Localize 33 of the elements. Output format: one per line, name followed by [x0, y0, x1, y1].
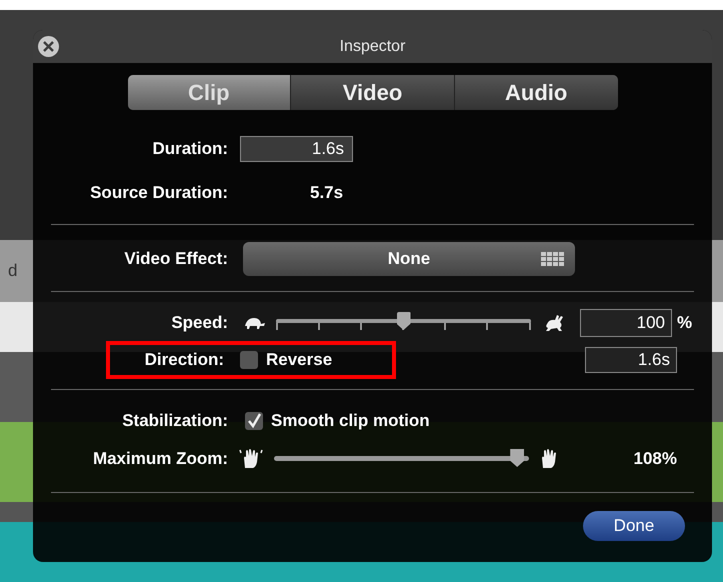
field-label: Duration:: [151, 138, 228, 160]
speed-field[interactable]: 100: [580, 309, 672, 337]
field-label: Stabilization:: [121, 410, 228, 432]
checkbox-label: Smooth clip motion: [271, 410, 430, 432]
field-label: Direction:: [144, 349, 224, 372]
field-label: Video Effect:: [123, 248, 228, 270]
field-label: Maximum Zoom:: [92, 448, 228, 470]
rabbit-icon: [543, 314, 565, 332]
close-icon: [43, 41, 54, 52]
slider-thumb[interactable]: [510, 449, 524, 467]
turtle-icon: [242, 316, 266, 330]
unit-label: %: [677, 312, 692, 334]
slider-thumb[interactable]: [396, 312, 410, 330]
checkbox-label: Reverse: [266, 349, 332, 372]
zoom-value: 108%: [634, 448, 677, 470]
source-duration-value: 5.7s: [310, 182, 344, 204]
window-title: Inspector: [340, 36, 406, 56]
video-effect-button[interactable]: None: [243, 242, 575, 276]
field-label: Speed:: [170, 312, 228, 334]
tab[interactable]: Video: [290, 75, 454, 110]
checkbox[interactable]: [240, 351, 258, 369]
status-text: d: [8, 260, 18, 282]
done-button[interactable]: Done: [583, 511, 685, 541]
field-label: Source Duration:: [89, 182, 228, 204]
checkmark-icon: [246, 413, 262, 429]
hand-icon: [238, 448, 264, 470]
duration-field[interactable]: 1.6s: [585, 347, 677, 373]
hand-icon: [539, 448, 557, 470]
grid-icon: [541, 252, 565, 267]
checkbox[interactable]: [245, 412, 263, 430]
duration-field[interactable]: 1.6s: [240, 136, 353, 162]
tab[interactable]: Audio: [454, 75, 618, 110]
close-button[interactable]: [38, 36, 59, 57]
